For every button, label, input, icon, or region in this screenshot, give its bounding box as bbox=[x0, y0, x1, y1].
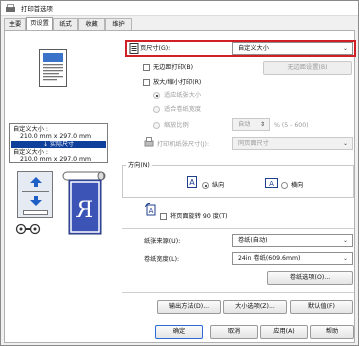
actual-size-banner: ↓ 实际尺寸 bbox=[11, 141, 106, 148]
fit-paper-label: 适应纸张大小 bbox=[164, 92, 202, 99]
roll-width-select[interactable]: 24in 卷纸(609.6mm) ⌄ bbox=[232, 252, 353, 265]
output-paper-size-select[interactable]: 同页面尺寸 ⌄ bbox=[232, 137, 353, 150]
media-type-icon bbox=[15, 223, 41, 235]
chevron-down-icon: ⌄ bbox=[342, 45, 348, 52]
landscape-icon: A bbox=[265, 178, 278, 188]
preview-column: 自定义大小 : 210.0 mm x 297.0 mm ↓ 实际尺寸 自定义大小… bbox=[9, 43, 108, 243]
output-method-button[interactable]: 输出方法(D)... bbox=[157, 300, 221, 314]
page-size-select[interactable]: 自定义大小 ⌄ bbox=[232, 42, 353, 55]
rotate-90-label: 将页面旋转 90 度(T) bbox=[170, 213, 228, 220]
borderless-label: 无边距打印(B) bbox=[153, 64, 194, 71]
printer-app-icon bbox=[6, 4, 15, 12]
tab-main[interactable]: 主要 bbox=[4, 18, 26, 30]
chevron-down-icon: ⌄ bbox=[342, 255, 348, 262]
ok-button[interactable]: 确定 bbox=[155, 325, 203, 339]
portrait-icon: A bbox=[187, 176, 197, 188]
svg-text:A: A bbox=[269, 180, 274, 188]
rotate-page-icon: A bbox=[145, 203, 156, 216]
output-size-value: 210.0 mm x 297.0 mm bbox=[20, 156, 92, 163]
paper-source-label: 纸张来源(U): bbox=[144, 238, 181, 245]
orientation-label: 方向(N) bbox=[126, 161, 152, 170]
scaling-value-input[interactable]: 自动 ⇕ bbox=[232, 118, 270, 131]
separator bbox=[122, 228, 354, 229]
print-preferences-window: 打印首选项 主要 页设置 纸式 收藏 维护 自定义大小 : 210.0 mm x… bbox=[0, 0, 359, 346]
spin-icon: ⇕ bbox=[259, 121, 265, 128]
borderless-settings-button[interactable]: 无边距设置(B) bbox=[263, 61, 352, 75]
roll-options-button[interactable]: 卷纸选项(O)... bbox=[267, 271, 353, 285]
orientation-group bbox=[122, 165, 354, 198]
chevron-down-icon: ⌄ bbox=[342, 237, 348, 244]
chevron-down-icon: ⌄ bbox=[342, 140, 348, 147]
tab-favorites[interactable]: 收藏 bbox=[78, 18, 105, 30]
svg-text:R: R bbox=[75, 198, 93, 223]
landscape-radio[interactable] bbox=[281, 182, 288, 189]
output-paper-size-label: 打印机纸张尺寸(J): bbox=[157, 141, 210, 148]
scaling-label: 缩放比例 bbox=[164, 122, 189, 129]
feed-box bbox=[17, 171, 53, 218]
portrait-label: 纵向 bbox=[212, 182, 225, 189]
scaling-range: % (5 - 600) bbox=[274, 122, 309, 129]
page-setup-panel: 自定义大小 : 210.0 mm x 297.0 mm ↓ 实际尺寸 自定义大小… bbox=[4, 30, 356, 343]
page-preview-icon bbox=[39, 49, 67, 87]
tab-maintenance[interactable]: 维护 bbox=[105, 18, 132, 30]
rotate-90-checkbox[interactable] bbox=[160, 213, 167, 220]
tab-page-setup[interactable]: 页设置 bbox=[26, 17, 53, 30]
help-button[interactable]: 帮助 bbox=[310, 325, 354, 339]
tab-layout[interactable]: 纸式 bbox=[53, 18, 78, 30]
apply-button[interactable]: 应用(A) bbox=[260, 325, 308, 339]
portrait-radio[interactable] bbox=[202, 182, 209, 189]
cancel-button[interactable]: 取消 bbox=[210, 325, 258, 339]
window-title: 打印首选项 bbox=[21, 5, 53, 13]
printer-paper-icon bbox=[144, 137, 154, 147]
title-bar: 打印首选项 bbox=[1, 1, 358, 16]
svg-text:A: A bbox=[189, 178, 195, 187]
roll-preview: R bbox=[9, 168, 108, 240]
defaults-button[interactable]: 默认值(F) bbox=[290, 300, 353, 314]
fit-paper-radio[interactable] bbox=[153, 92, 160, 99]
fit-roll-width-label: 适合卷纸宽度 bbox=[164, 106, 202, 113]
landscape-label: 横向 bbox=[291, 182, 304, 189]
paper-source-select[interactable]: 卷纸(自动) ⌄ bbox=[232, 234, 353, 247]
source-size-value: 210.0 mm x 297.0 mm bbox=[20, 133, 92, 140]
enlarge-reduce-label: 放大/缩小打印(R) bbox=[153, 79, 202, 86]
scaling-radio[interactable] bbox=[153, 122, 160, 129]
roll-width-label: 卷纸宽度(L): bbox=[144, 256, 180, 263]
arrow-up-icon bbox=[30, 177, 42, 187]
arrow-down-icon bbox=[30, 196, 42, 206]
borderless-checkbox[interactable] bbox=[143, 64, 150, 71]
paper-size-info: 自定义大小 : 210.0 mm x 297.0 mm ↓ 实际尺寸 自定义大小… bbox=[9, 123, 108, 163]
fit-roll-width-radio[interactable] bbox=[153, 106, 160, 113]
roll-paper-icon: R bbox=[62, 171, 106, 235]
page-size-icon bbox=[129, 43, 139, 54]
size-options-button[interactable]: 大小选项(Z)... bbox=[223, 300, 287, 314]
separator bbox=[122, 292, 354, 293]
page-size-label: 页尺寸(G): bbox=[140, 45, 171, 52]
enlarge-reduce-checkbox[interactable] bbox=[143, 79, 150, 86]
svg-text:A: A bbox=[149, 207, 154, 215]
